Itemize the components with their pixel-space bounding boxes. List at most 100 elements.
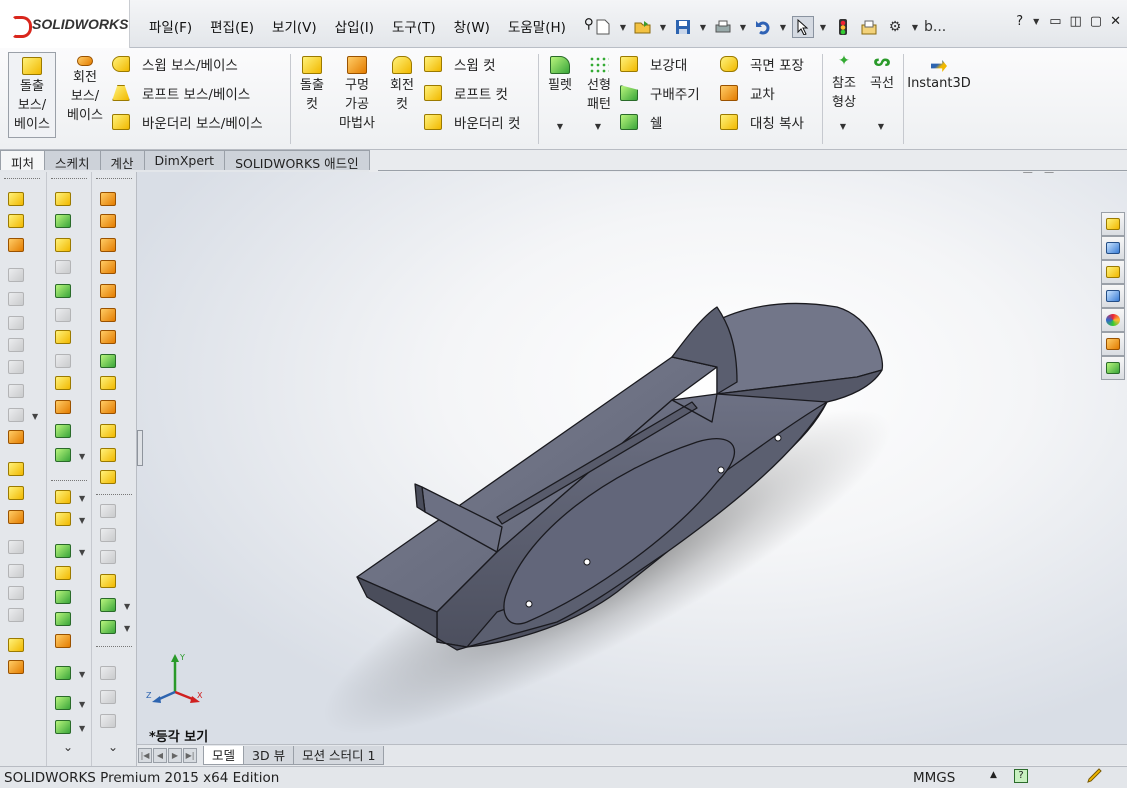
revolved-boss-button[interactable]: 회전 보스/ 베이스 <box>62 56 108 125</box>
swept-cut-button[interactable]: 스윕 컷 <box>424 53 496 75</box>
feature-tool-icon[interactable] <box>100 260 116 274</box>
feature-tool-icon[interactable] <box>8 608 24 622</box>
toolbar-dropdown-icon[interactable]: ▼ <box>32 412 38 421</box>
lofted-cut-button[interactable]: 로프트 컷 <box>424 82 508 104</box>
revolved-boss-icon[interactable] <box>8 214 24 228</box>
feature-tool-icon[interactable] <box>8 540 24 554</box>
tile-icon[interactable]: ◫ <box>1070 14 1082 29</box>
tab-3d-views[interactable]: 3D 뷰 <box>243 745 295 765</box>
minimize-icon[interactable]: ▭ <box>1049 14 1061 29</box>
feature-tool-icon[interactable] <box>55 376 71 390</box>
toolbar-dropdown-icon[interactable]: ▼ <box>79 670 85 679</box>
feature-tool-icon[interactable] <box>55 308 71 322</box>
feature-tool-icon[interactable] <box>100 598 116 612</box>
resources-tab[interactable] <box>1101 212 1125 236</box>
help-button[interactable]: ? <box>1016 14 1023 29</box>
feature-tool-icon[interactable] <box>55 238 71 252</box>
select-pointer-icon[interactable] <box>792 16 814 38</box>
feature-tool-icon[interactable] <box>100 620 116 634</box>
custom-properties-tab[interactable] <box>1101 332 1125 356</box>
undo-icon[interactable] <box>752 16 774 38</box>
tab-sketch[interactable]: 스케치 <box>44 150 101 171</box>
feature-tool-icon[interactable] <box>100 376 116 390</box>
menu-tools[interactable]: 도구(T) <box>383 16 445 36</box>
quick-tips-icon[interactable]: ? <box>1014 769 1028 783</box>
tab-evaluate[interactable]: 계산 <box>99 150 145 171</box>
feature-tool-icon[interactable] <box>55 424 71 438</box>
feature-tool-icon[interactable] <box>55 490 71 504</box>
boundary-boss-button[interactable]: 바운더리 보스/베이스 <box>112 111 263 133</box>
feature-tool-icon[interactable] <box>100 238 116 252</box>
feature-tool-icon[interactable] <box>8 338 24 352</box>
feature-tool-icon[interactable] <box>55 214 71 228</box>
tab-motion-study-1[interactable]: 모션 스터디 1 <box>293 745 385 765</box>
part-model[interactable] <box>137 172 1127 744</box>
save-dropdown-icon[interactable]: ▼ <box>698 23 708 32</box>
fillet-button[interactable]: 필렛 <box>542 56 578 95</box>
feature-tool-icon[interactable] <box>55 354 71 368</box>
feature-tool-icon[interactable] <box>100 448 116 462</box>
toolbar-more-chevron-icon[interactable]: ⌄ <box>63 740 73 754</box>
feature-tool-icon[interactable] <box>55 448 71 462</box>
feature-tool-icon[interactable] <box>55 192 71 206</box>
graphics-area[interactable]: ⊕⊕↶◫◩▼▣▼👁▼◕▼◉▼▤▼ ◧ ◨ ▭ ❐ ✕ <box>137 172 1127 744</box>
toolbar-dropdown-icon[interactable]: ▼ <box>79 452 85 461</box>
feature-tool-icon[interactable] <box>100 400 116 414</box>
shell-button[interactable]: 쉘 <box>620 111 662 133</box>
toolbar-dropdown-icon[interactable]: ▼ <box>79 494 85 503</box>
solidworks-logo[interactable]: SOLIDWORKS <box>0 0 130 48</box>
feature-tool-icon[interactable] <box>100 714 116 728</box>
feature-tool-icon[interactable] <box>100 192 116 206</box>
menu-window[interactable]: 창(W) <box>445 16 499 36</box>
menu-edit[interactable]: 편집(E) <box>201 16 263 36</box>
last-tab-icon[interactable]: ▶| <box>183 747 197 763</box>
feature-tool-icon[interactable] <box>55 284 71 298</box>
toolbar-dropdown-icon[interactable]: ▼ <box>79 516 85 525</box>
feature-tool-icon[interactable] <box>100 690 116 704</box>
feature-tool-icon[interactable] <box>55 400 71 414</box>
feature-tool-icon[interactable] <box>100 574 116 588</box>
pencil-edit-icon[interactable] <box>1086 768 1104 784</box>
menu-file[interactable]: 파일(F) <box>140 16 201 36</box>
extruded-cut-button[interactable]: 돌출 컷 <box>294 56 330 114</box>
feature-tool-icon[interactable] <box>100 308 116 322</box>
file-properties-icon[interactable] <box>858 16 880 38</box>
feature-tool-icon[interactable] <box>55 566 71 580</box>
feature-tool-icon[interactable] <box>100 284 116 298</box>
tab-model[interactable]: 모델 <box>203 745 245 765</box>
feature-tool-icon[interactable] <box>8 510 24 524</box>
more-commands[interactable]: b... <box>924 16 946 38</box>
print-dropdown-icon[interactable]: ▼ <box>738 23 748 32</box>
instant3d-button[interactable]: Instant3D <box>906 60 972 93</box>
restore-icon[interactable]: ▢ <box>1090 14 1102 29</box>
feature-tool-icon[interactable] <box>55 612 71 626</box>
toolbar-grip[interactable] <box>4 178 40 181</box>
toolbar-dropdown-icon[interactable]: ▼ <box>79 548 85 557</box>
feature-tool-icon[interactable] <box>8 360 24 374</box>
unit-menu-icon[interactable]: ▲ <box>990 770 997 780</box>
toolbar-grip[interactable] <box>96 178 132 181</box>
forum-tab[interactable] <box>1101 356 1125 380</box>
lofted-boss-icon[interactable] <box>8 238 24 252</box>
pattern-dropdown-icon[interactable]: ▼ <box>593 122 603 131</box>
select-dropdown-icon[interactable]: ▼ <box>818 23 828 32</box>
toolbar-dropdown-icon[interactable]: ▼ <box>124 602 130 611</box>
file-explorer-tab[interactable] <box>1101 260 1125 284</box>
rebuild-traffic-light-icon[interactable] <box>832 16 854 38</box>
toolbar-grip[interactable] <box>96 646 132 649</box>
linear-pattern-button[interactable]: 선형 패턴 <box>580 56 618 114</box>
feature-tool-icon[interactable] <box>8 408 24 422</box>
curves-dropdown-icon[interactable]: ▼ <box>876 122 886 131</box>
help-dropdown-icon[interactable]: ▼ <box>1031 17 1041 26</box>
mirror-button[interactable]: 대칭 복사 <box>720 111 804 133</box>
intersect-button[interactable]: 교차 <box>720 82 775 104</box>
menu-view[interactable]: 보기(V) <box>263 16 326 36</box>
feature-tool-icon[interactable] <box>100 424 116 438</box>
feature-tool-icon[interactable] <box>100 214 116 228</box>
open-dropdown-icon[interactable]: ▼ <box>658 23 668 32</box>
feature-tool-icon[interactable] <box>8 292 24 306</box>
extruded-boss-icon[interactable] <box>8 192 24 206</box>
tab-addins[interactable]: SOLIDWORKS 애드인 <box>224 150 370 171</box>
ref-geometry-dropdown-icon[interactable]: ▼ <box>838 122 848 131</box>
feature-tool-icon[interactable] <box>8 462 24 476</box>
